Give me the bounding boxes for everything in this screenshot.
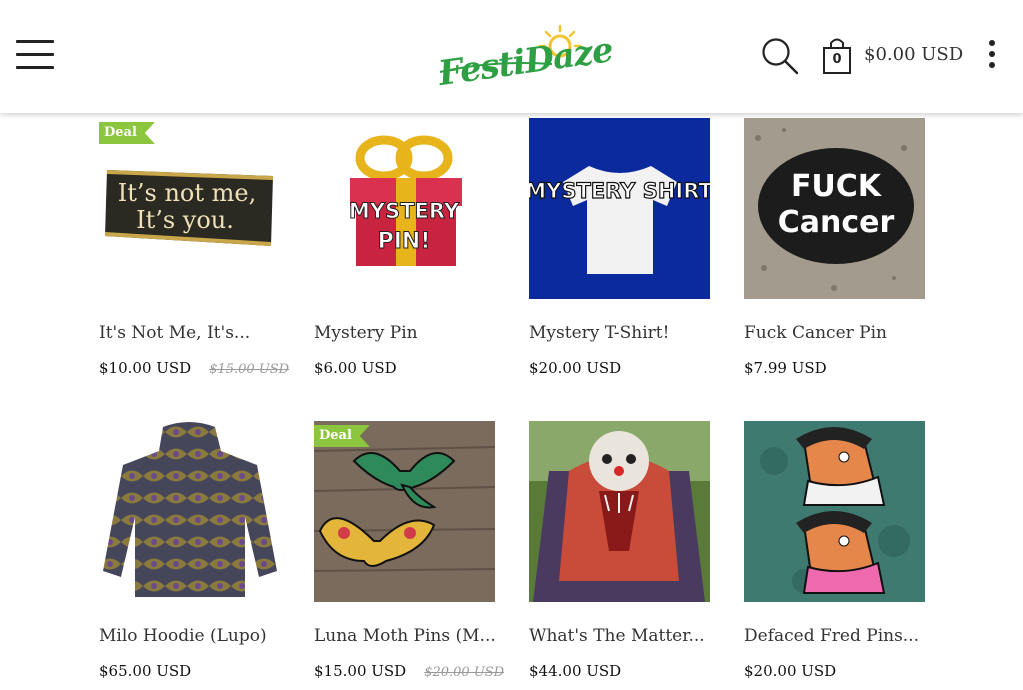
product-image[interactable]: MYSTERY SHIRT	[529, 118, 710, 299]
product-image[interactable]	[314, 421, 495, 602]
menu-icon[interactable]	[16, 40, 54, 72]
price-current: $10.00 USD	[99, 359, 192, 377]
gift-text-2: PIN!	[378, 229, 431, 254]
site-logo[interactable]: FestiDaze	[432, 20, 615, 95]
cart-bag-icon[interactable]: 0	[820, 36, 856, 76]
pin-text-1: FUCK	[791, 169, 883, 204]
product-title[interactable]: It's Not Me, It's...	[99, 323, 299, 343]
product-price: $10.00 USD $15.00 USD	[99, 359, 289, 377]
cart-total[interactable]: $0.00 USD	[864, 44, 963, 65]
pin-text-2: It’s you.	[136, 206, 234, 234]
product-image[interactable]: It’s not me, It’s you.	[99, 118, 280, 299]
product-title[interactable]: Luna Moth Pins (M...	[314, 626, 514, 646]
product-price: $44.00 USD	[529, 662, 622, 680]
product-image[interactable]	[744, 421, 925, 602]
more-options-icon[interactable]	[982, 40, 1002, 74]
site-header: FestiDaze 0 $0.00 USD	[0, 0, 1023, 113]
gift-text-1: MYSTERY	[349, 199, 460, 223]
product-image[interactable]	[99, 421, 280, 602]
product-image[interactable]: MYSTERY PIN!	[314, 118, 495, 299]
product-price: $65.00 USD	[99, 662, 192, 680]
price-original: $20.00 USD	[424, 665, 505, 680]
product-title[interactable]: Mystery T-Shirt!	[529, 323, 729, 343]
product-title[interactable]: Milo Hoodie (Lupo)	[99, 626, 299, 646]
pin-text-1: It’s not me,	[118, 179, 256, 207]
shirt-text: MYSTERY SHIRT	[529, 179, 710, 203]
product-title[interactable]: Fuck Cancer Pin	[744, 323, 944, 343]
product-price: $7.99 USD	[744, 359, 827, 377]
product-title[interactable]: Mystery Pin	[314, 323, 514, 343]
product-price: $20.00 USD	[744, 662, 837, 680]
product-price: $6.00 USD	[314, 359, 397, 377]
cart-count: 0	[832, 52, 842, 67]
product-price: $20.00 USD	[529, 359, 622, 377]
search-icon[interactable]	[760, 36, 800, 76]
product-title[interactable]: Defaced Fred Pins...	[744, 626, 944, 646]
product-title[interactable]: What's The Matter...	[529, 626, 729, 646]
price-current: $15.00 USD	[314, 662, 407, 680]
product-image[interactable]: FUCK Cancer	[744, 118, 925, 299]
product-price: $15.00 USD $20.00 USD	[314, 662, 504, 680]
pin-text-2: Cancer	[778, 205, 895, 240]
price-original: $15.00 USD	[209, 362, 290, 377]
product-image[interactable]	[529, 421, 710, 602]
